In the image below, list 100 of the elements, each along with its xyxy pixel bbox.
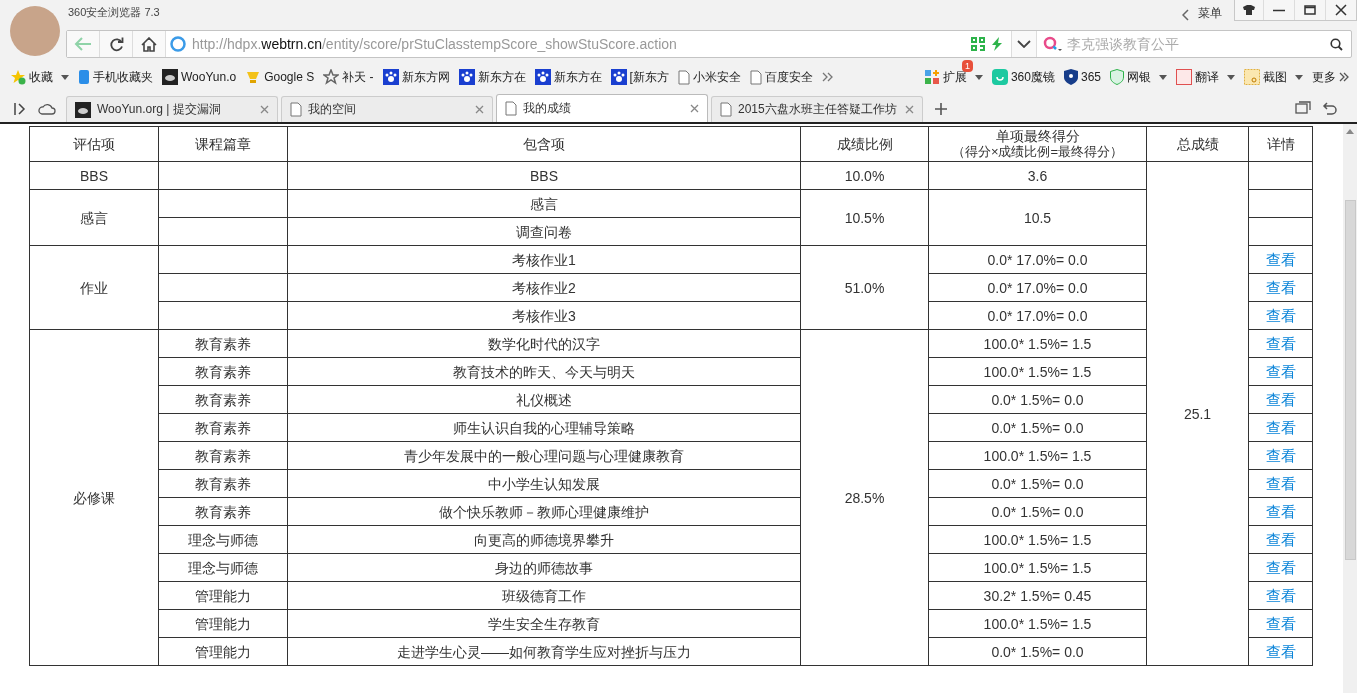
close-button[interactable] — [1325, 0, 1356, 20]
undo-icon[interactable] — [1321, 101, 1337, 115]
bookmark-label: 补天 - — [342, 68, 374, 86]
extension-item[interactable]: 365 — [1063, 69, 1101, 85]
cloud-icon[interactable] — [38, 103, 56, 115]
extension-label: 360魔镜 — [1010, 68, 1055, 86]
extension-item[interactable]: 更多 — [1312, 68, 1349, 86]
extension-item[interactable]: 扩展 — [923, 68, 983, 86]
extension-label: 截图 — [1263, 68, 1287, 86]
table-cell: BBS — [287, 161, 801, 190]
star-icon — [10, 69, 26, 85]
table-cell: 理念与师德 — [158, 525, 288, 554]
column-header: 单项最终得分 — [994, 129, 1081, 144]
maximize-icon — [1304, 5, 1316, 15]
bookmark-label: WooYun.o — [181, 70, 237, 84]
column-header: 评估项 — [29, 126, 159, 162]
table-cell: 3.6 — [928, 161, 1147, 190]
caret-icon — [1295, 74, 1303, 80]
extension-item[interactable]: 网银 — [1110, 68, 1167, 86]
bookmark-label: 收藏 — [29, 68, 53, 86]
bookmark-label: Google S — [264, 70, 315, 84]
bookmark-item[interactable]: 新东方网 — [382, 68, 450, 86]
caret-icon — [1227, 74, 1235, 80]
star-outline-icon — [323, 69, 340, 85]
double-chevron-icon — [1339, 72, 1349, 82]
phone-icon — [78, 69, 90, 85]
bookmark-item[interactable]: 小米安全 — [677, 68, 741, 86]
table-cell: 管理能力 — [158, 637, 288, 666]
bookmark-item[interactable]: 百度安全 — [749, 68, 813, 86]
column-header: 课程篇章 — [158, 126, 288, 162]
bookmark-item[interactable]: 收藏 — [10, 68, 69, 86]
table-cell: 感言 — [287, 189, 801, 218]
extension-item[interactable]: 截图 — [1244, 68, 1303, 86]
bookmark-item[interactable]: 补天 - — [323, 68, 374, 86]
paw-icon — [382, 69, 399, 85]
table-cell: 必修课 — [29, 329, 159, 666]
extension-label: 更多 — [1312, 68, 1336, 86]
paw-icon — [458, 69, 475, 85]
scrollbar[interactable] — [1343, 124, 1357, 693]
page-icon — [720, 102, 732, 117]
page-icon — [290, 102, 302, 117]
bookmark-item[interactable]: [新东方 — [610, 68, 669, 86]
column-header-note: （得分×成绩比例=最终得分） — [950, 144, 1125, 159]
bookmark-item[interactable]: 新东方在 — [534, 68, 602, 86]
column-header: 总成绩 — [1146, 126, 1249, 162]
close-tab-icon[interactable] — [475, 105, 484, 114]
table-cell: 10.0% — [800, 161, 929, 190]
bookmark-item[interactable]: WooYun.o — [162, 69, 237, 85]
cloud-logo-icon — [75, 101, 91, 118]
bookmark-label: 新东方在 — [477, 68, 526, 86]
extension-item[interactable]: 翻译 — [1176, 68, 1235, 86]
page-icon — [505, 101, 517, 116]
smile-icon — [991, 69, 1008, 85]
menu-button[interactable]: 菜单 — [1198, 3, 1234, 22]
page-icon — [749, 69, 762, 85]
browser-tab[interactable]: 2015六盘水班主任答疑工作坊 — [711, 96, 923, 122]
scroll-up-icon[interactable] — [1346, 128, 1354, 134]
apps-icon — [923, 69, 940, 85]
close-icon — [1335, 4, 1347, 16]
close-tab-icon[interactable] — [690, 104, 699, 113]
maximize-button[interactable] — [1294, 0, 1325, 20]
bookmark-item[interactable]: Google S — [245, 69, 315, 85]
extension-label: 网银 — [1127, 68, 1151, 86]
table-cell: 教育素养 — [158, 497, 288, 526]
column-header: 详情 — [1248, 126, 1313, 162]
column-header: 包含项 — [287, 126, 801, 162]
tab-list-icon[interactable] — [1295, 101, 1311, 115]
bookmark-item[interactable]: 手机收藏夹 — [78, 68, 153, 86]
table-cell: 管理能力 — [158, 609, 288, 638]
table-cell: 感言 — [29, 189, 159, 246]
table-cell: 教育素养 — [158, 469, 288, 498]
sidebar-toggle-icon[interactable] — [14, 103, 28, 115]
close-tab-icon[interactable] — [260, 105, 269, 114]
table-cell: 考核作业1 — [287, 245, 801, 274]
browser-tab[interactable]: WooYun.org | 提交漏洞 — [66, 96, 278, 122]
bookmark-label: 手机收藏夹 — [93, 68, 153, 86]
extension-item[interactable]: 360魔镜 — [991, 68, 1055, 86]
paw-icon — [534, 69, 551, 85]
screenshot-icon — [1244, 69, 1260, 85]
close-tab-icon[interactable] — [905, 105, 914, 114]
page-icon — [677, 69, 690, 85]
bookmark-label: 新东方网 — [401, 68, 450, 86]
plus-icon — [935, 103, 947, 115]
shirt-icon — [1243, 5, 1255, 15]
extension-label: 扩展 — [942, 69, 967, 86]
bookmark-label: 小米安全 — [692, 68, 741, 86]
caret-icon — [1159, 74, 1167, 80]
table-cell: 25.1 — [1146, 161, 1249, 666]
chevron-left-icon[interactable] — [1182, 9, 1190, 21]
table-cell: 教育素养 — [158, 441, 288, 470]
skin-button[interactable] — [1235, 0, 1263, 20]
browser-tab[interactable]: 我的空间 — [281, 96, 493, 122]
caret-icon — [61, 74, 69, 80]
browser-tab[interactable]: 我的成绩 — [496, 94, 708, 122]
table-cell: 28.5% — [800, 329, 929, 666]
more-bookmarks-icon[interactable] — [821, 72, 834, 82]
bookmark-item[interactable]: 新东方在 — [458, 68, 526, 86]
table-cell: 管理能力 — [158, 581, 288, 610]
table-cell: 数学化时代的汉字 — [287, 329, 801, 358]
shield-icon — [1110, 69, 1124, 85]
